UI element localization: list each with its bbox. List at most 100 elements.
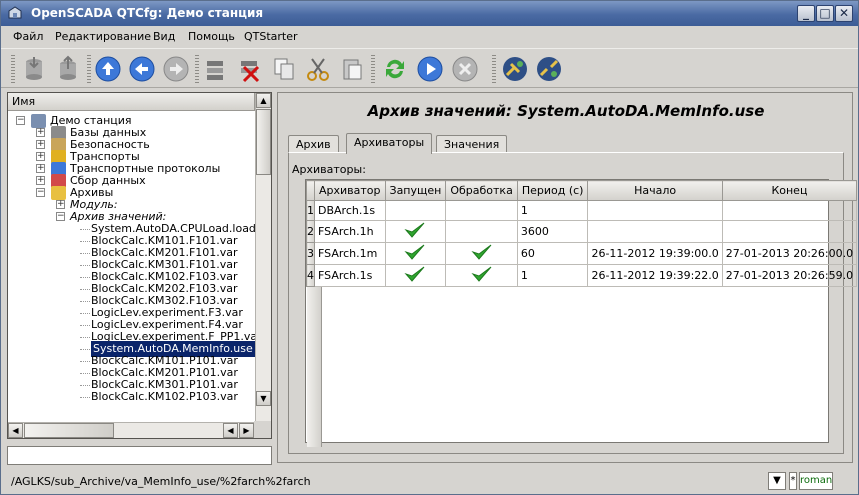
begin-cell[interactable] (587, 220, 723, 243)
archivers-table[interactable]: Архиватор Запущен Обработка Период (с) Н… (305, 179, 858, 447)
refresh-icon[interactable] (381, 55, 409, 83)
db-save-icon[interactable] (54, 55, 82, 83)
scroll-up-icon[interactable]: ▲ (256, 93, 271, 108)
cut-icon[interactable] (304, 55, 332, 83)
expand-icon[interactable]: + (36, 128, 45, 137)
language-indicator[interactable]: roman (799, 472, 833, 490)
tree-column-header[interactable]: Имя (8, 93, 255, 111)
menu-edit[interactable]: Редактирование (55, 30, 151, 43)
navigation-tree[interactable]: − Демо станция + Базы данных + Безопасность + Т… (8, 111, 255, 422)
processing-cell[interactable] (445, 242, 518, 265)
close-icon[interactable]: ✕ (835, 5, 853, 22)
end-cell[interactable] (721, 200, 858, 221)
scroll-thumb[interactable] (24, 423, 114, 438)
tree-item[interactable]: BlockCalc.KM102.P103.var (8, 389, 255, 405)
back-icon[interactable] (128, 55, 156, 83)
minimize-icon[interactable]: _ (797, 5, 815, 22)
maximize-icon[interactable]: □ (816, 5, 834, 22)
menu-view[interactable]: Вид (153, 30, 175, 43)
row-number[interactable]: 4 (306, 264, 315, 287)
scroll-left-icon[interactable]: ◀ (223, 423, 238, 438)
table-row[interactable]: 4 FSArch.1s 1 26-11-2012 19:39:22.0 27-01-20… (306, 264, 858, 287)
column-header[interactable]: Запущен (384, 180, 447, 201)
menu-file[interactable]: Файл (13, 30, 43, 43)
started-cell[interactable] (384, 264, 447, 287)
expand-icon[interactable]: + (36, 176, 45, 185)
scroll-corner (254, 421, 271, 438)
scroll-down-icon[interactable]: ▼ (256, 391, 271, 406)
archiver-cell[interactable]: FSArch.1s (314, 264, 386, 287)
menu-help[interactable]: Помощь (188, 30, 235, 43)
column-header[interactable]: Обработка (445, 180, 518, 201)
processing-cell[interactable] (445, 200, 518, 221)
copy-icon[interactable] (270, 55, 298, 83)
end-cell[interactable]: 27-01-2013 20:26:59.0 (721, 264, 858, 287)
start-icon[interactable] (416, 55, 444, 83)
menu-qtstarter[interactable]: QTStarter (244, 30, 298, 43)
tab-archivers[interactable]: Архиваторы (346, 133, 433, 154)
collapse-icon[interactable]: − (36, 188, 45, 197)
status-dropdown-icon[interactable]: ▼ (768, 472, 786, 490)
tree-vertical-scrollbar[interactable]: ▲ ▼ (255, 93, 271, 422)
started-cell[interactable] (384, 242, 447, 265)
scroll-left-icon[interactable]: ◀ (8, 423, 23, 438)
title-bar[interactable]: OpenSCADA QTCfg: Демо станция _ □ ✕ (1, 1, 858, 26)
stop-icon[interactable] (451, 55, 479, 83)
check-icon (404, 244, 426, 264)
archiver-cell[interactable]: FSArch.1m (314, 242, 386, 265)
tree-connector (80, 373, 90, 374)
archivers-group-label: Архиваторы: (292, 163, 366, 176)
scroll-thumb[interactable] (256, 109, 271, 175)
table-row[interactable]: 3 FSArch.1m 60 26-11-2012 19:39:00.0 27-01-2… (306, 242, 858, 265)
started-cell[interactable] (384, 200, 447, 221)
tree-horizontal-scrollbar[interactable]: ◀ ◀ ▶ (8, 422, 255, 438)
tab-values[interactable]: Значения (436, 135, 508, 153)
end-cell[interactable]: 27-01-2013 20:26:00.0 (721, 242, 858, 265)
row-number[interactable]: 1 (306, 200, 315, 221)
add-item-icon[interactable] (202, 55, 230, 83)
column-header[interactable]: Период (с) (516, 180, 589, 201)
expand-icon[interactable]: + (36, 140, 45, 149)
begin-cell[interactable]: 26-11-2012 19:39:00.0 (587, 242, 723, 265)
started-cell[interactable] (384, 220, 447, 243)
collapse-icon[interactable]: − (16, 116, 25, 125)
connect-station-icon[interactable] (501, 55, 529, 83)
column-header[interactable]: Архиватор (314, 180, 386, 201)
row-number-header[interactable] (306, 180, 315, 201)
tree-connector (80, 397, 90, 398)
delete-item-icon[interactable] (236, 55, 264, 83)
expand-icon[interactable]: + (56, 200, 65, 209)
row-number[interactable]: 2 (306, 220, 315, 243)
archiver-cell[interactable]: FSArch.1h (314, 220, 386, 243)
toolbar-grip[interactable] (11, 55, 15, 83)
scroll-right-icon[interactable]: ▶ (239, 423, 254, 438)
table-row[interactable]: 2 FSArch.1h 3600 (306, 220, 858, 243)
content-panel: Архив значений: System.AutoDA.MemInfo.us… (277, 92, 858, 463)
processing-cell[interactable] (445, 220, 518, 243)
period-cell[interactable]: 3600 (516, 220, 589, 243)
disconnect-station-icon[interactable] (535, 55, 563, 83)
begin-cell[interactable] (587, 200, 723, 221)
column-header[interactable]: Начало (587, 180, 723, 201)
db-load-icon[interactable] (20, 55, 48, 83)
archiver-cell[interactable]: DBArch.1s (314, 200, 386, 221)
expand-icon[interactable]: + (36, 152, 45, 161)
processing-cell[interactable] (445, 264, 518, 287)
table-empty-area (306, 287, 857, 447)
period-cell[interactable]: 60 (516, 242, 589, 265)
period-cell[interactable]: 1 (516, 264, 589, 287)
forward-icon[interactable] (162, 55, 190, 83)
address-input[interactable] (7, 446, 272, 465)
paste-icon[interactable] (338, 55, 366, 83)
expand-icon[interactable]: + (36, 164, 45, 173)
toolbar-grip[interactable] (492, 55, 496, 83)
collapse-icon[interactable]: − (56, 212, 65, 221)
begin-cell[interactable]: 26-11-2012 19:39:22.0 (587, 264, 723, 287)
tab-archive[interactable]: Архив (288, 135, 339, 153)
row-number[interactable]: 3 (306, 242, 315, 265)
column-header[interactable]: Конец (721, 180, 858, 201)
period-cell[interactable]: 1 (516, 200, 589, 221)
up-icon[interactable] (94, 55, 122, 83)
table-row[interactable]: 1 DBArch.1s 1 (306, 200, 858, 221)
end-cell[interactable] (721, 220, 858, 243)
